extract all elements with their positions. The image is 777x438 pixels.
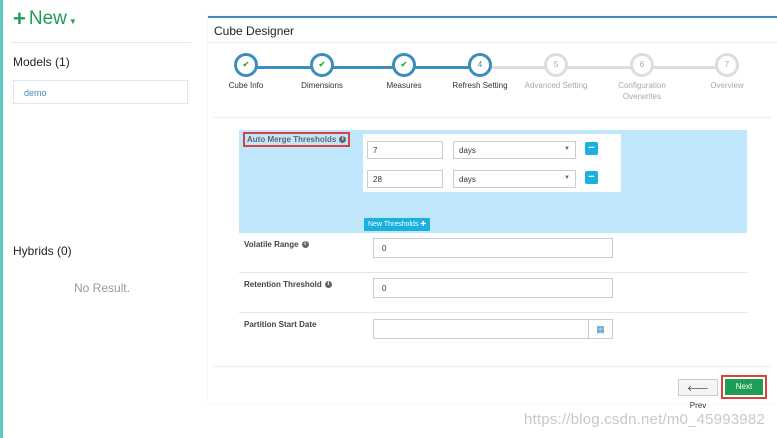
row-divider (239, 272, 747, 273)
volatile-range-label-text: Volatile Range (244, 240, 299, 249)
page-title: Cube Designer (214, 24, 295, 38)
models-title: Models (1) (13, 55, 70, 69)
new-thresholds-button[interactable]: New Thresholds ✚ (364, 218, 431, 231)
wizard-step-label: Cube Info (228, 81, 264, 90)
next-button-highlight: Next 🡒 (721, 375, 767, 407)
plus-icon: + (13, 6, 26, 31)
hybrids-title: Hybrids (0) (13, 244, 72, 258)
new-button-label: New (28, 8, 67, 29)
partition-start-date-label-text: Partition Start Date (244, 320, 317, 329)
auto-merge-thresholds-section: Auto Merge Thresholds i 7 days ▼ − 28 da… (239, 130, 747, 233)
wizard-step-dimensions[interactable]: ✔ Dimensions (282, 53, 362, 91)
step-number: 7 (715, 53, 739, 77)
volatile-range-input[interactable]: 0 (373, 238, 613, 258)
auto-merge-label-text: Auto Merge Thresholds (247, 135, 337, 144)
wizard-step-label: Dimensions (301, 81, 343, 90)
watermark: https://blog.csdn.net/m0_45993982 (524, 411, 765, 428)
threshold-value-input[interactable]: 7 (367, 141, 443, 159)
wizard-step-label: Configuration Overwrites (618, 81, 666, 101)
retention-threshold-label-text: Retention Threshold (244, 280, 322, 289)
threshold-unit-select[interactable]: days ▼ (453, 170, 576, 188)
hybrids-empty-text: No Result. (74, 281, 131, 295)
content-divider (213, 117, 772, 118)
next-button-label: Next (735, 382, 753, 391)
select-arrow-icon: ▼ (564, 146, 570, 152)
wizard-step-cube-info[interactable]: ✔ Cube Info (206, 53, 286, 91)
model-item-demo[interactable]: demo (13, 80, 188, 104)
info-icon[interactable]: i (324, 281, 332, 288)
calendar-icon[interactable]: ▦ (588, 320, 612, 338)
info-icon[interactable]: i (339, 136, 347, 143)
wizard-step-label: Overview (710, 81, 744, 90)
retention-threshold-label: Retention Threshold i (244, 280, 332, 289)
caret-down-icon: ▼ (68, 16, 77, 26)
wizard-step-overview[interactable]: 7 Overview (687, 53, 767, 91)
plus-icon: ✚ (420, 221, 427, 228)
wizard-step-refresh-setting[interactable]: 4 Refresh Setting (440, 53, 520, 91)
wizard-step-advanced-setting[interactable]: 5 Advanced Setting (516, 53, 596, 91)
retention-threshold-input[interactable]: 0 (373, 278, 613, 298)
arrow-left-icon: 🡐 (687, 384, 709, 393)
step-number: 5 (544, 53, 568, 77)
volatile-range-label: Volatile Range i (244, 240, 309, 249)
threshold-unit-select[interactable]: days ▼ (453, 141, 576, 159)
check-icon: ✔ (310, 53, 334, 77)
threshold-unit-value: days (459, 175, 476, 184)
select-arrow-icon: ▼ (564, 175, 570, 181)
check-icon: ✔ (234, 53, 258, 77)
arrow-right-icon: 🡒 (733, 398, 755, 407)
wizard-step-label: Measures (386, 81, 422, 90)
check-icon: ✔ (392, 53, 416, 77)
wizard-step-configuration-overwrites[interactable]: 6 Configuration Overwrites (610, 53, 674, 102)
step-number: 4 (468, 53, 492, 77)
next-button[interactable]: Next 🡒 (725, 379, 763, 407)
thresholds-list: 7 days ▼ − 28 days ▼ − (363, 134, 621, 192)
sidebar-divider (11, 42, 191, 43)
new-thresholds-label: New Thresholds (368, 221, 419, 228)
sidebar: + New ▼ Models (1) demo Hybrids (0) No R… (3, 0, 198, 438)
cube-designer-panel: Cube Designer ✔ Cube Info ✔ Dimensions ✔… (206, 16, 777, 410)
footer-divider (213, 366, 772, 367)
remove-threshold-button[interactable]: − (585, 171, 598, 184)
auto-merge-thresholds-label: Auto Merge Thresholds i (243, 132, 351, 147)
partition-start-date-label: Partition Start Date (244, 320, 316, 329)
row-divider (239, 312, 747, 313)
threshold-value-input[interactable]: 28 (367, 170, 443, 188)
step-number: 6 (630, 53, 654, 77)
remove-threshold-button[interactable]: − (585, 142, 598, 155)
wizard-step-label: Advanced Setting (524, 81, 588, 90)
partition-start-date-input[interactable]: ▦ (373, 319, 613, 339)
wizard-step-label: Refresh Setting (452, 81, 508, 90)
prev-button[interactable]: 🡐 Prev (678, 379, 718, 410)
prev-button-label: Prev (689, 401, 707, 410)
title-divider (208, 42, 777, 43)
info-icon[interactable]: i (301, 241, 309, 248)
wizard-step-measures[interactable]: ✔ Measures (364, 53, 444, 91)
new-button[interactable]: + New ▼ (13, 8, 77, 30)
threshold-unit-value: days (459, 146, 476, 155)
